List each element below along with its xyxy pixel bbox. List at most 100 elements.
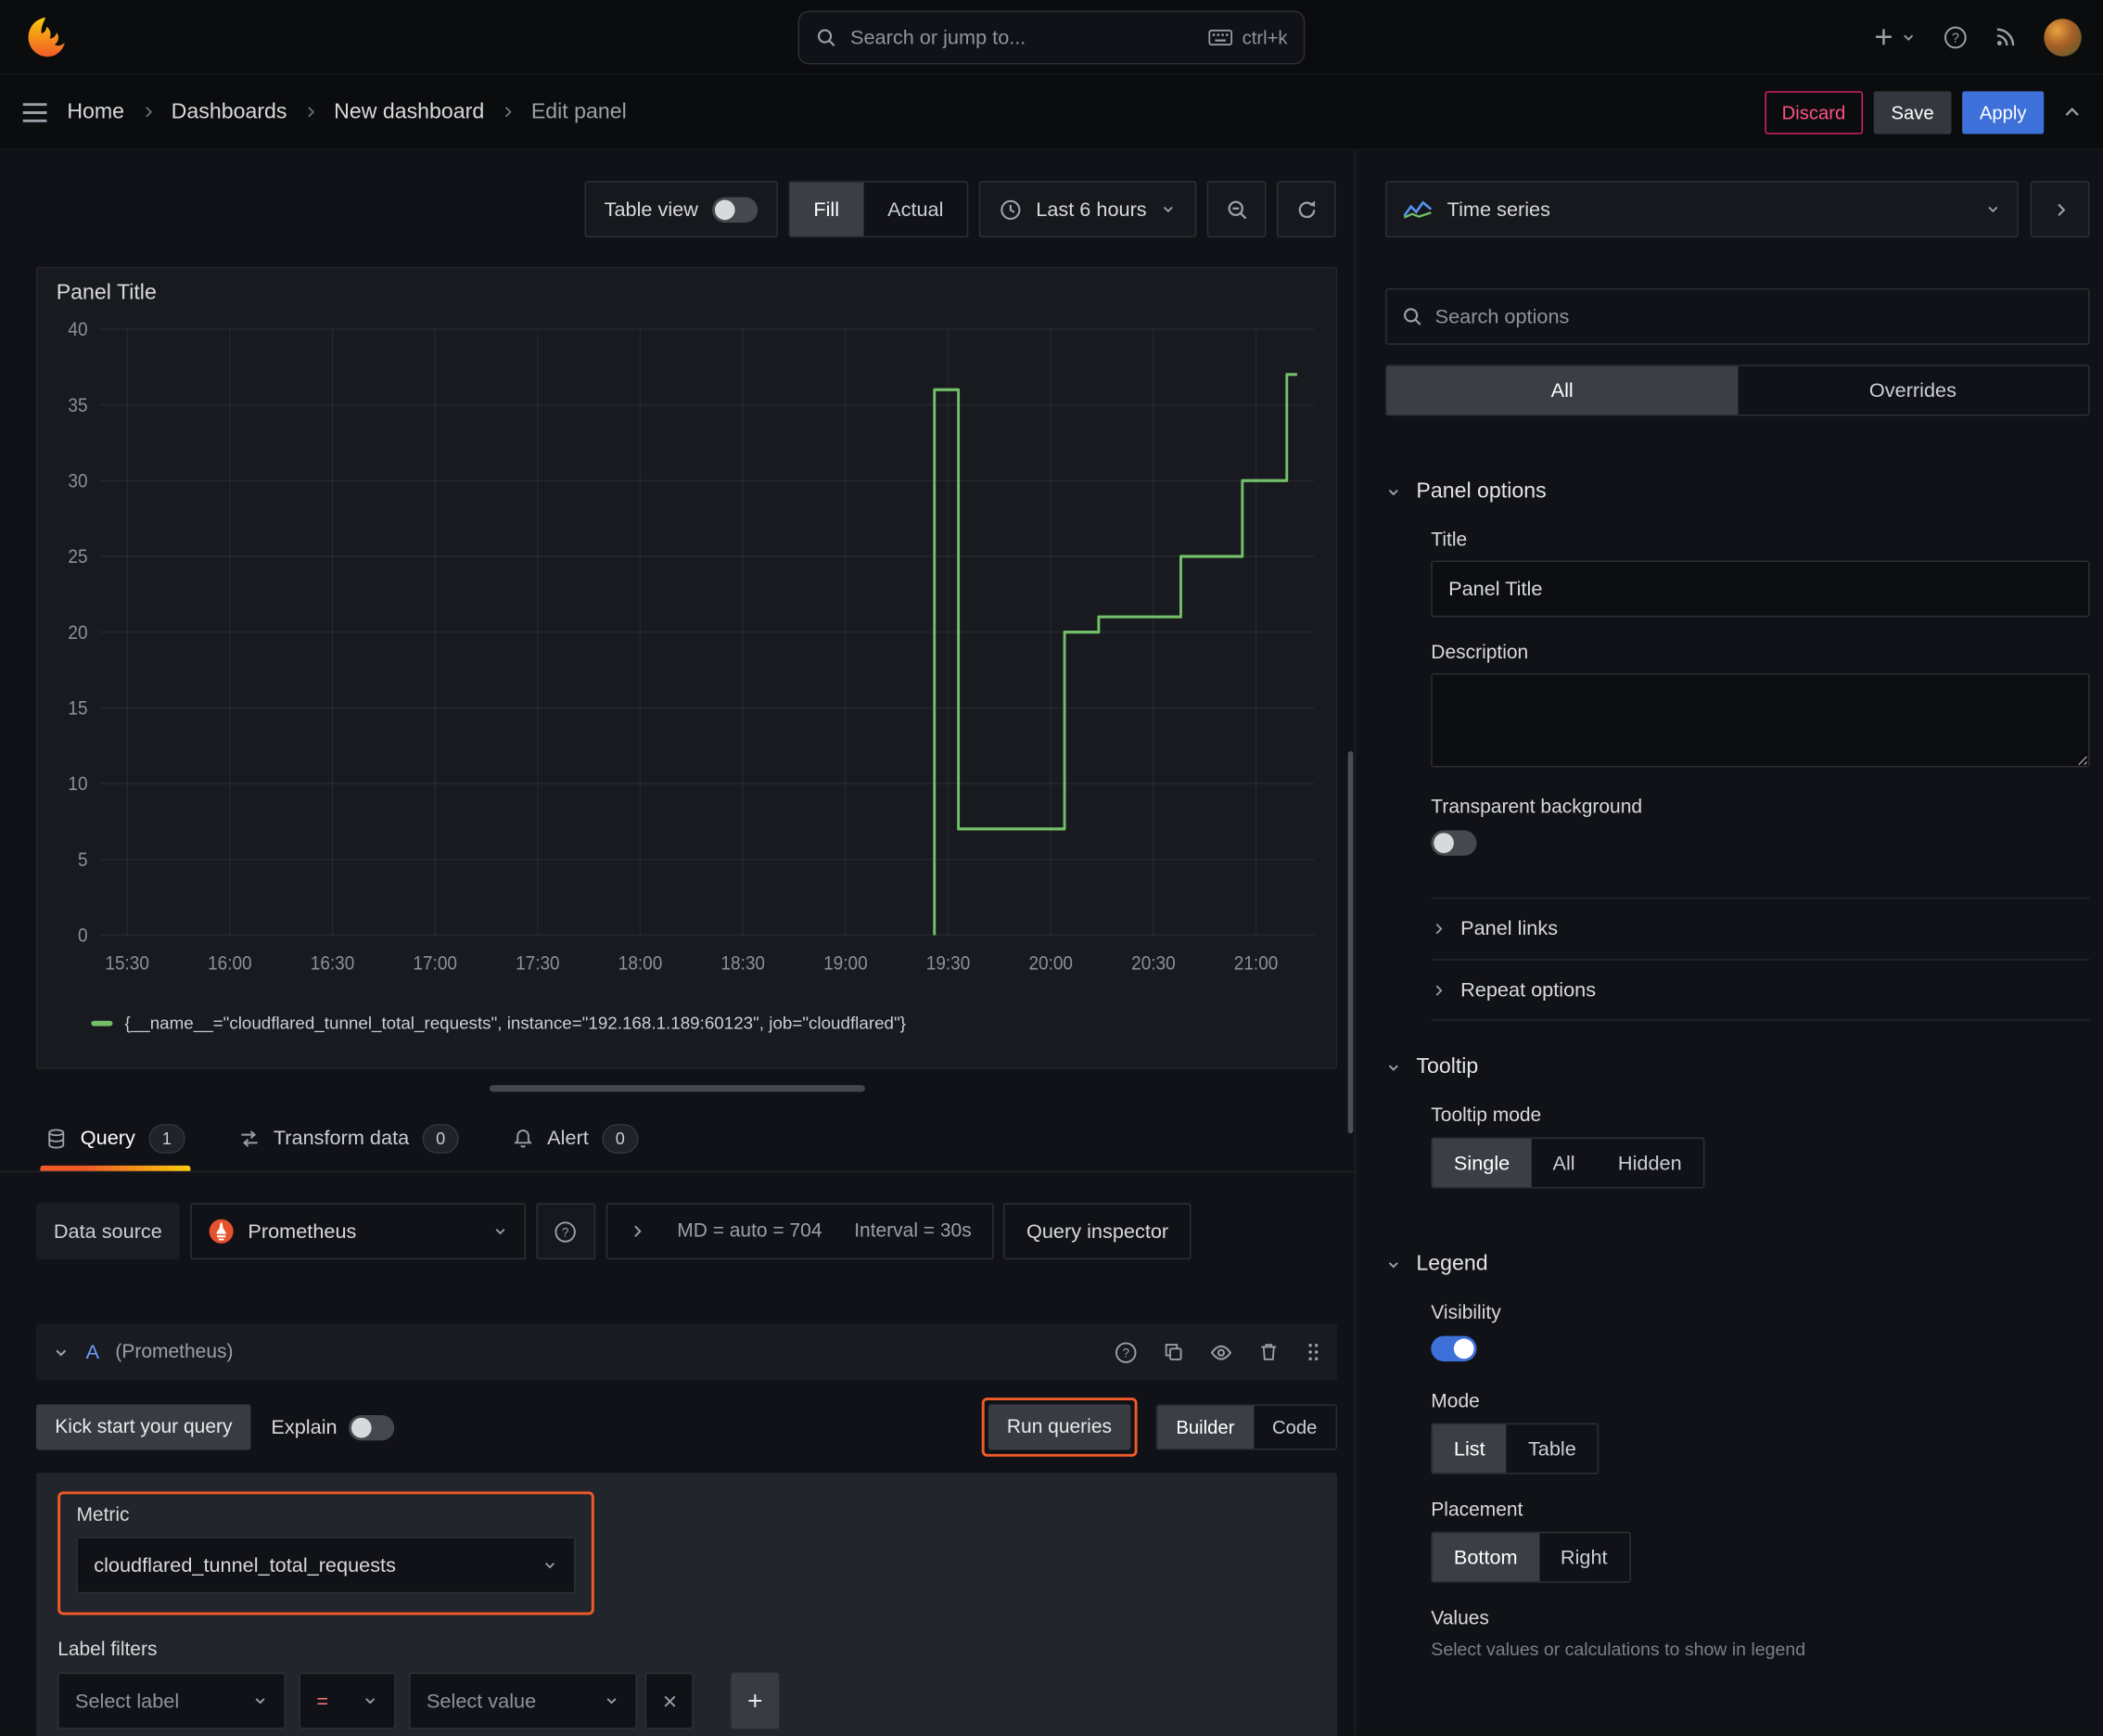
query-row-header[interactable]: A (Prometheus) ? <box>36 1323 1338 1381</box>
metric-value: cloudflared_tunnel_total_requests <box>94 1553 396 1577</box>
run-queries-button[interactable]: Run queries <box>988 1404 1131 1450</box>
options-search-input[interactable] <box>1434 305 2074 328</box>
legend-visibility-label: Visibility <box>1431 1302 1501 1324</box>
discard-button[interactable]: Discard <box>1764 90 1864 134</box>
legend-visibility-toggle[interactable] <box>1431 1335 1477 1362</box>
tooltip-section-title: Tooltip <box>1416 1055 1479 1079</box>
save-button[interactable]: Save <box>1873 90 1952 134</box>
svg-text:18:00: 18:00 <box>618 953 663 975</box>
add-filter-button[interactable] <box>731 1672 780 1730</box>
duplicate-icon[interactable] <box>1163 1341 1184 1362</box>
datasource-select[interactable]: Prometheus <box>190 1203 526 1260</box>
builder-option[interactable]: Builder <box>1157 1405 1254 1449</box>
all-overrides-segment: All Overrides <box>1385 364 2090 416</box>
remove-filter-button[interactable] <box>644 1672 694 1730</box>
tooltip-all-option[interactable]: All <box>1531 1139 1596 1187</box>
panel-options-section-header[interactable]: Panel options <box>1385 480 2089 504</box>
legend-series-label[interactable]: {__name__="cloudflared_tunnel_total_requ… <box>125 1013 906 1033</box>
table-view-toggle[interactable] <box>711 196 758 223</box>
breadcrumb-new-dashboard[interactable]: New dashboard <box>334 100 484 124</box>
tab-query[interactable]: Query 1 <box>40 1105 190 1171</box>
metric-select[interactable]: cloudflared_tunnel_total_requests <box>76 1537 576 1594</box>
chevron-right-icon[interactable] <box>629 1223 644 1239</box>
eye-icon[interactable] <box>1210 1341 1233 1364</box>
panel-options-pane: Time series All Ove <box>1354 149 2103 1736</box>
panel-title-input[interactable] <box>1431 560 2090 618</box>
legend-table-option[interactable]: Table <box>1507 1424 1598 1473</box>
panel-description-textarea[interactable] <box>1431 673 2090 768</box>
operator-dropdown[interactable]: = <box>299 1672 396 1730</box>
help-button[interactable]: ? <box>1944 25 1968 49</box>
overrides-option[interactable]: Overrides <box>1738 366 2088 415</box>
svg-text:?: ? <box>1952 31 1959 45</box>
tooltip-section-header[interactable]: Tooltip <box>1385 1055 2089 1079</box>
legend-bottom-option[interactable]: Bottom <box>1432 1533 1539 1582</box>
apply-button[interactable]: Apply <box>1962 90 2045 134</box>
user-avatar[interactable] <box>2044 18 2082 57</box>
time-series-chart[interactable]: 0 5 10 15 20 25 30 35 40 15:30 16:00 16:30 17:00 17:3… <box>43 312 1331 1013</box>
tooltip-single-option[interactable]: Single <box>1432 1138 1532 1188</box>
menu-icon[interactable] <box>21 101 48 122</box>
legend-list-option[interactable]: List <box>1432 1424 1507 1474</box>
grafana-logo-icon[interactable] <box>21 13 70 61</box>
breadcrumb-home[interactable]: Home <box>67 100 124 124</box>
zoom-out-button[interactable] <box>1206 181 1267 238</box>
help-icon[interactable]: ? <box>1115 1341 1138 1364</box>
tab-transform-data[interactable]: Transform data 0 <box>233 1105 464 1171</box>
chevron-down-icon <box>363 1692 378 1708</box>
time-range-label: Last 6 hours <box>1036 198 1147 221</box>
fill-option[interactable]: Fill <box>789 182 864 236</box>
chevron-down-icon <box>1985 201 2001 217</box>
datasource-help-button[interactable]: ? <box>536 1203 596 1260</box>
select-label-dropdown[interactable]: Select label <box>57 1672 287 1730</box>
panel-title: Panel Title <box>56 281 157 305</box>
code-option[interactable]: Code <box>1254 1406 1336 1449</box>
time-range-picker[interactable]: Last 6 hours <box>979 181 1197 238</box>
tab-alert[interactable]: Alert 0 <box>507 1105 644 1171</box>
actual-option[interactable]: Actual <box>863 183 967 236</box>
options-search <box>1385 287 2090 345</box>
close-icon <box>660 1692 678 1710</box>
legend-section-title: Legend <box>1416 1252 1488 1276</box>
tab-alert-label: Alert <box>547 1126 589 1150</box>
query-count-badge: 1 <box>148 1123 185 1154</box>
tab-query-label: Query <box>80 1126 135 1150</box>
chevron-down-icon <box>542 1557 557 1573</box>
legend-section-header[interactable]: Legend <box>1385 1253 2089 1277</box>
viz-suggestions-button[interactable] <box>2030 181 2090 238</box>
visualization-picker[interactable]: Time series <box>1385 181 2019 238</box>
svg-text:15:30: 15:30 <box>105 953 149 975</box>
drag-grip-icon[interactable] <box>1305 1341 1320 1362</box>
label-filters-label: Label filters <box>57 1639 158 1661</box>
svg-text:5: 5 <box>78 849 88 871</box>
resize-drag-handle[interactable] <box>489 1085 865 1092</box>
tooltip-hidden-option[interactable]: Hidden <box>1597 1139 1703 1187</box>
time-series-chart-container: 0 5 10 15 20 25 30 35 40 15:30 16:00 16:30 17:00 17:3… <box>37 306 1335 1013</box>
legend-right-option[interactable]: Right <box>1539 1533 1629 1581</box>
bell-icon <box>513 1128 534 1149</box>
select-value-dropdown[interactable]: Select value <box>409 1672 638 1730</box>
repeat-options-section[interactable]: Repeat options <box>1431 959 2090 1021</box>
datasource-row: Data source Prometheus ? MD = auto = 704… <box>36 1203 1337 1260</box>
metric-highlight-ring: Metric cloudflared_tunnel_total_requests <box>57 1491 594 1615</box>
svg-text:0: 0 <box>78 925 88 947</box>
new-menu-button[interactable] <box>1872 25 1917 48</box>
svg-text:?: ? <box>562 1225 569 1239</box>
table-view-label: Table view <box>604 198 698 221</box>
all-option[interactable]: All <box>1386 365 1738 415</box>
global-search-bar[interactable]: Search or jump to... ctrl+k <box>797 10 1306 65</box>
explain-toggle[interactable] <box>349 1414 395 1440</box>
kick-start-query-button[interactable]: Kick start your query <box>36 1404 251 1450</box>
refresh-button[interactable] <box>1276 181 1336 238</box>
transform-icon <box>238 1128 260 1149</box>
chevron-up-icon[interactable] <box>2063 103 2082 121</box>
trash-icon[interactable] <box>1258 1341 1280 1362</box>
news-button[interactable] <box>1995 25 2018 48</box>
visualization-row: Time series <box>1385 181 2090 238</box>
breadcrumb-dashboards[interactable]: Dashboards <box>172 100 287 124</box>
panel-links-section[interactable]: Panel links <box>1431 897 2090 960</box>
query-inspector-button[interactable]: Query inspector <box>1003 1203 1192 1260</box>
scrollbar-thumb[interactable] <box>1347 750 1354 1134</box>
chevron-down-icon[interactable] <box>52 1344 70 1361</box>
transparent-background-toggle[interactable] <box>1431 830 1477 856</box>
